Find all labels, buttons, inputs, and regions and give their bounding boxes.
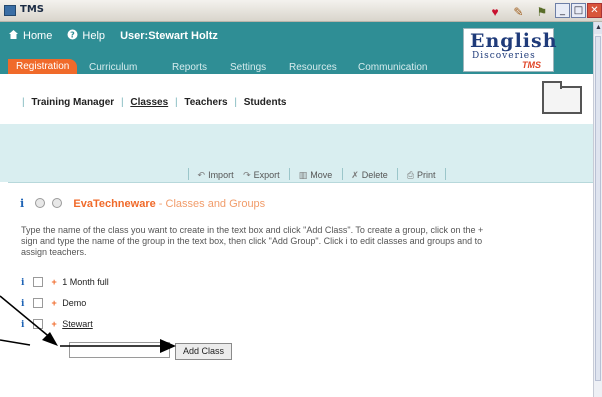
scroll-up-icon[interactable]: ▲ <box>594 22 602 34</box>
tms-window: TMS ♥ ✎ ⚑ _ □ ✕ Home ? Help User:Stewart … <box>0 0 602 397</box>
vertical-scrollbar[interactable]: ▲ <box>593 22 602 397</box>
annotation-arrows <box>0 295 176 353</box>
scroll-thumb[interactable] <box>595 36 601 381</box>
